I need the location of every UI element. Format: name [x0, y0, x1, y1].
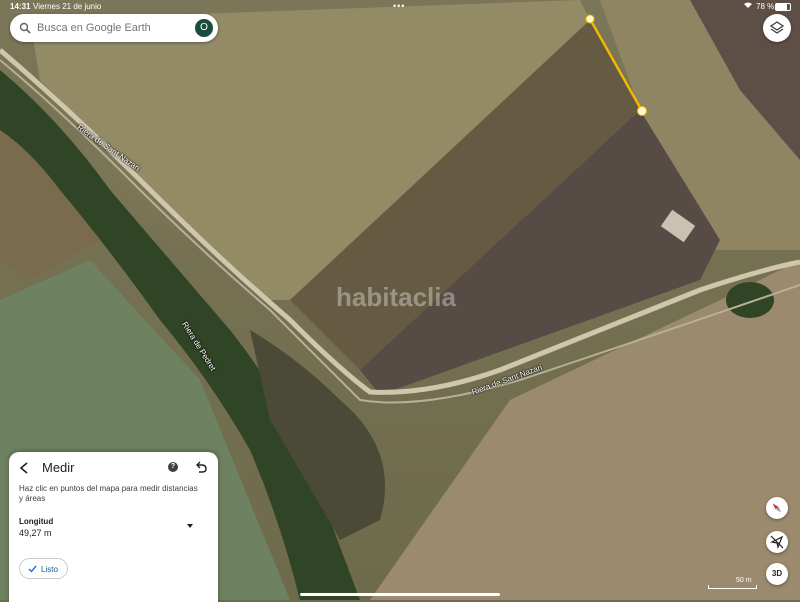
watermark: habitaclia	[336, 282, 456, 312]
done-label: Listo	[41, 565, 58, 574]
multitasking-dots-icon[interactable]: •••	[393, 1, 405, 11]
three-d-button[interactable]: 3D	[766, 563, 788, 585]
search-bar[interactable]: O	[10, 14, 218, 42]
panel-instructions: Haz clic en puntos del mapa para medir d…	[19, 484, 198, 503]
status-time: 14:31	[10, 2, 31, 11]
battery-icon	[775, 3, 791, 11]
compass-button[interactable]	[766, 497, 788, 519]
compass-icon	[772, 503, 782, 513]
scale-label: 50 m	[736, 577, 752, 584]
home-indicator[interactable]	[300, 593, 500, 596]
chevron-down-icon[interactable]	[186, 523, 194, 529]
done-button[interactable]: Listo	[19, 558, 68, 579]
battery-level	[776, 4, 787, 10]
measure-point-start[interactable]	[585, 14, 595, 24]
location-off-icon	[770, 535, 784, 549]
avatar[interactable]: O	[195, 19, 213, 37]
undo-icon[interactable]	[195, 461, 207, 473]
status-date: Viernes 21 de junio	[33, 2, 102, 11]
scale-bar	[708, 585, 757, 589]
status-bar: 14:31 Viernes 21 de junio ••• 78 %	[0, 0, 800, 14]
panel-title: Medir	[42, 460, 75, 475]
tree-cluster	[726, 282, 774, 318]
back-icon[interactable]	[17, 461, 31, 475]
search-input[interactable]	[37, 18, 197, 38]
measure-panel: Medir ? Haz clic en puntos del mapa para…	[9, 452, 218, 602]
layers-icon	[770, 21, 784, 34]
length-value: 49,27 m	[19, 528, 52, 538]
length-label: Longitud	[19, 517, 54, 526]
help-icon[interactable]: ?	[168, 462, 178, 472]
measure-point-end[interactable]	[637, 106, 647, 116]
location-button[interactable]	[766, 531, 788, 553]
check-icon	[28, 565, 37, 573]
wifi-icon	[743, 1, 753, 11]
battery-percent: 78 %	[756, 2, 775, 11]
layers-button[interactable]	[763, 14, 791, 42]
search-icon	[19, 22, 31, 34]
